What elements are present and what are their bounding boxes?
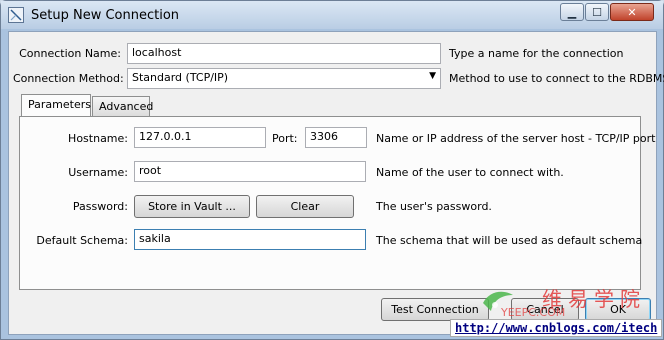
title-bar[interactable]: Setup New Connection ▁ ☐ ✕ xyxy=(1,1,663,29)
hostname-label: Hostname: xyxy=(68,132,128,145)
port-label: Port: xyxy=(272,132,298,145)
parameters-panel: Hostname: 127.0.0.1 Port: 3306 Name or I… xyxy=(19,116,655,290)
connection-name-label: Connection Name: xyxy=(19,47,121,60)
tab-parameters[interactable]: Parameters xyxy=(21,94,91,116)
password-label: Password: xyxy=(72,200,128,213)
hostname-help: Name or IP address of the server host - … xyxy=(376,132,656,145)
clear-password-button[interactable]: Clear xyxy=(256,195,354,218)
default-schema-help: The schema that will be used as default … xyxy=(376,234,643,247)
connection-method-select[interactable]: Standard (TCP/IP) ▼ xyxy=(127,68,441,89)
minimize-button[interactable]: ▁ xyxy=(560,3,584,21)
close-button[interactable]: ✕ xyxy=(610,3,654,21)
watermark-url: http://www.cnblogs.com/itech xyxy=(450,319,662,337)
connection-method-help: Method to use to connect to the RDBMS xyxy=(449,72,664,85)
store-in-vault-button[interactable]: Store in Vault ... xyxy=(134,195,250,218)
dropdown-arrow-icon[interactable]: ▼ xyxy=(429,71,436,81)
connection-method-label: Connection Method: xyxy=(13,72,124,85)
test-connection-button[interactable]: Test Connection xyxy=(381,298,489,321)
username-label: Username: xyxy=(68,166,128,179)
username-help: Name of the user to connect with. xyxy=(376,166,564,179)
watermark-site: YEEPC.COM xyxy=(501,306,566,319)
default-schema-label: Default Schema: xyxy=(36,234,128,247)
workbench-app-icon xyxy=(8,7,24,23)
username-input[interactable]: root xyxy=(134,161,366,182)
connection-name-input[interactable]: localhost xyxy=(127,43,441,64)
window-title: Setup New Connection xyxy=(31,8,180,23)
connection-name-help: Type a name for the connection xyxy=(449,47,624,60)
password-help: The user's password. xyxy=(376,200,492,213)
default-schema-input[interactable]: sakila xyxy=(134,229,366,250)
connection-method-value: Standard (TCP/IP) xyxy=(132,71,229,84)
dialog-window: Setup New Connection ▁ ☐ ✕ Connection Na… xyxy=(0,0,664,340)
tab-advanced[interactable]: Advanced xyxy=(92,96,153,116)
port-input[interactable]: 3306 xyxy=(305,127,367,148)
hostname-input[interactable]: 127.0.0.1 xyxy=(134,127,266,148)
maximize-button[interactable]: ☐ xyxy=(585,3,609,21)
